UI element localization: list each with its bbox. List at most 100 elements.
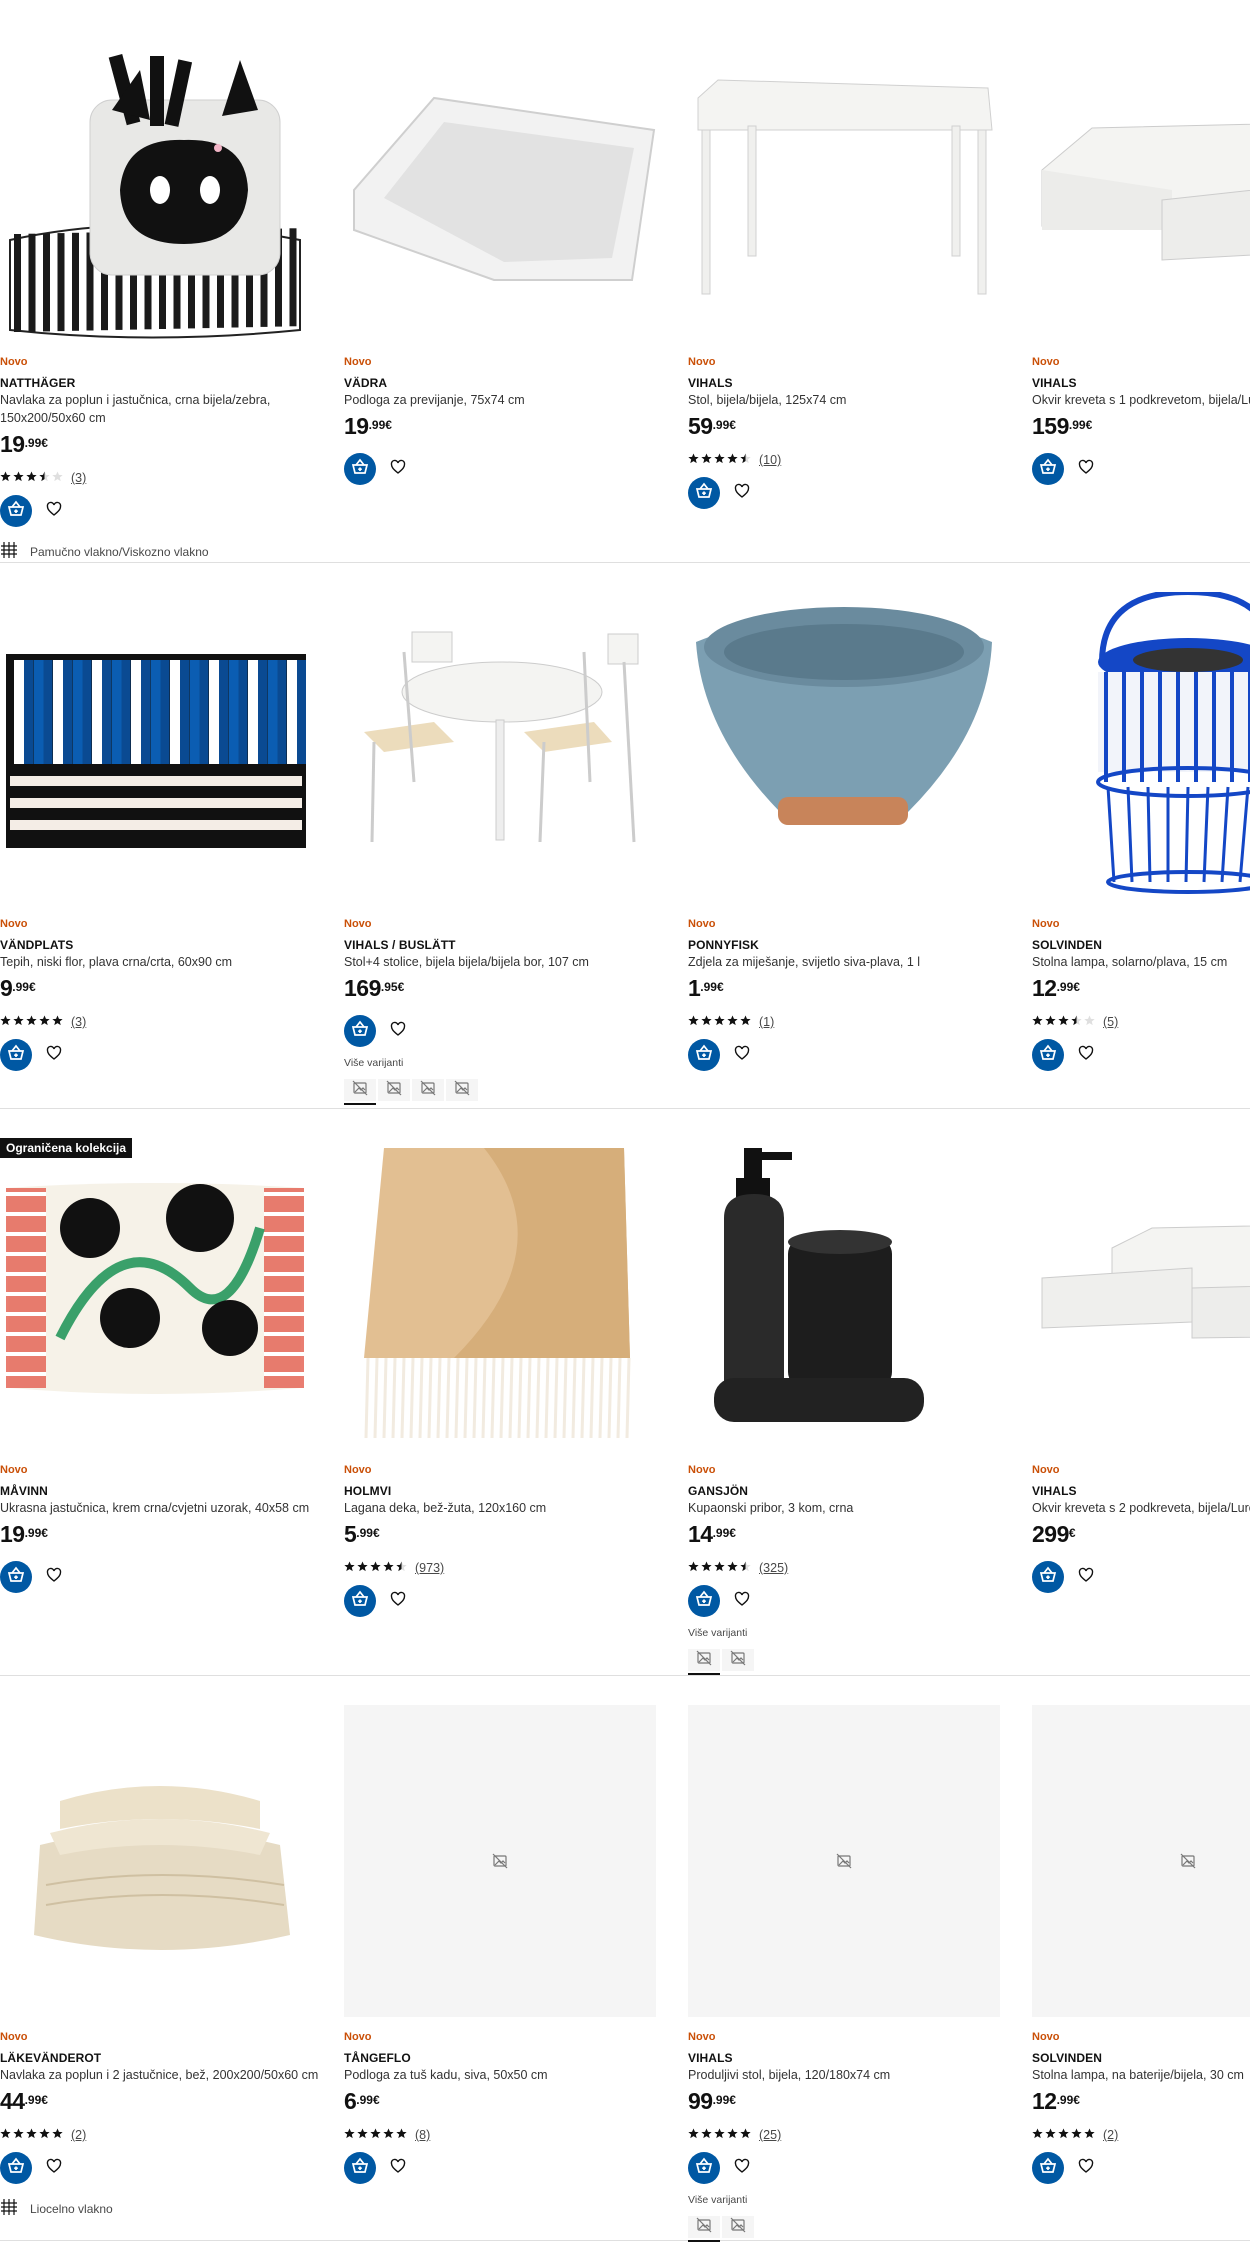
product-image[interactable] — [0, 592, 312, 904]
product-image[interactable] — [0, 1705, 312, 2017]
rating[interactable]: (2) — [0, 2128, 330, 2142]
variant-swatch[interactable] — [412, 1079, 444, 1101]
add-to-cart-button[interactable] — [0, 1561, 32, 1593]
add-to-favourites-button[interactable] — [726, 477, 758, 509]
review-count[interactable]: (8) — [415, 2128, 430, 2142]
review-count[interactable]: (25) — [759, 2128, 781, 2142]
variant-swatch[interactable] — [446, 1079, 478, 1101]
add-to-cart-button[interactable] — [0, 2152, 32, 2184]
rating[interactable]: (3) — [0, 471, 330, 485]
add-to-cart-button[interactable] — [1032, 2152, 1064, 2184]
add-to-favourites-button[interactable] — [1070, 453, 1102, 485]
review-count[interactable]: (325) — [759, 1561, 788, 1575]
add-to-favourites-button[interactable] — [382, 1585, 414, 1617]
product-image[interactable] — [344, 1705, 656, 2017]
add-to-favourites-button[interactable] — [726, 1039, 758, 1071]
rating[interactable]: (10) — [688, 453, 1018, 467]
variant-swatch[interactable] — [722, 1649, 754, 1671]
add-to-cart-button[interactable] — [688, 2152, 720, 2184]
add-to-favourites-button[interactable] — [38, 1039, 70, 1071]
rating[interactable]: (25) — [688, 2128, 1018, 2142]
add-to-favourites-button[interactable] — [38, 495, 70, 527]
review-count[interactable]: (1) — [759, 1015, 774, 1029]
product-image[interactable] — [344, 592, 656, 904]
product-name[interactable]: VÄDRA — [344, 376, 674, 390]
add-to-favourites-button[interactable] — [38, 2152, 70, 2184]
add-to-cart-button[interactable] — [0, 1039, 32, 1071]
product-name[interactable]: VIHALS / BUSLÄTT — [344, 938, 674, 952]
product-grid: Novo NATTHÄGER Navlaka za poplun i jastučn… — [0, 0, 1250, 2243]
add-to-favourites-button[interactable] — [1070, 2152, 1102, 2184]
rating[interactable]: (325) — [688, 1561, 1018, 1575]
product-image[interactable]: Ograničena kolekcija — [0, 1138, 312, 1450]
add-to-cart-button[interactable] — [344, 1015, 376, 1047]
product-name[interactable]: PONNYFISK — [688, 938, 1018, 952]
add-to-favourites-button[interactable] — [726, 2152, 758, 2184]
rating[interactable]: (8) — [344, 2128, 674, 2142]
product-image[interactable] — [1032, 1705, 1250, 2017]
product-image[interactable] — [1032, 592, 1250, 904]
new-badge: Novo — [344, 2031, 372, 2043]
price-currency: € — [1068, 1526, 1076, 1540]
review-count[interactable]: (973) — [415, 1561, 444, 1575]
product-image[interactable] — [688, 1705, 1000, 2017]
add-to-cart-button[interactable] — [688, 1585, 720, 1617]
product-name[interactable]: SOLVINDEN — [1032, 2051, 1250, 2065]
review-count[interactable]: (2) — [1103, 2128, 1118, 2142]
add-to-cart-button[interactable] — [0, 495, 32, 527]
add-to-cart-button[interactable] — [1032, 1039, 1064, 1071]
product-name[interactable]: VÄNDPLATS — [0, 938, 330, 952]
add-to-cart-button[interactable] — [688, 1039, 720, 1071]
product-name[interactable]: HOLMVI — [344, 1484, 674, 1498]
variant-swatch[interactable] — [344, 1079, 376, 1105]
variant-swatch[interactable] — [688, 1649, 720, 1675]
product-name[interactable]: SOLVINDEN — [1032, 938, 1250, 952]
product-image[interactable] — [0, 30, 312, 342]
product-description: Stol, bijela/bijela, 125x74 cm — [688, 393, 847, 407]
add-to-cart-button[interactable] — [344, 1585, 376, 1617]
review-count[interactable]: (10) — [759, 453, 781, 467]
rating[interactable]: (2) — [1032, 2128, 1250, 2142]
add-to-cart-button[interactable] — [1032, 1561, 1064, 1593]
add-to-favourites-button[interactable] — [382, 453, 414, 485]
product-info: Novo PONNYFISK Zdjela za miješanje, svijet… — [688, 918, 1018, 1071]
rating[interactable]: (973) — [344, 1561, 674, 1575]
product-name[interactable]: LÄKEVÄNDEROT — [0, 2051, 330, 2065]
product-image[interactable] — [1032, 30, 1250, 342]
product-image[interactable] — [688, 592, 1000, 904]
product-image[interactable] — [344, 30, 656, 342]
variant-swatch[interactable] — [722, 2216, 754, 2238]
product-name[interactable]: NATTHÄGER — [0, 376, 330, 390]
product-name[interactable]: VIHALS — [1032, 1484, 1250, 1498]
add-to-favourites-button[interactable] — [38, 1561, 70, 1593]
review-count[interactable]: (3) — [71, 471, 86, 485]
product-name[interactable]: VIHALS — [688, 2051, 1018, 2065]
product-image[interactable] — [344, 1138, 656, 1450]
product-image[interactable] — [1032, 1138, 1250, 1450]
add-to-cart-button[interactable] — [688, 477, 720, 509]
add-to-favourites-button[interactable] — [726, 1585, 758, 1617]
product-name[interactable]: VIHALS — [688, 376, 1018, 390]
add-to-favourites-button[interactable] — [1070, 1039, 1102, 1071]
product-name[interactable]: TÅNGEFLO — [344, 2051, 674, 2065]
variant-swatch[interactable] — [688, 2216, 720, 2242]
review-count[interactable]: (3) — [71, 1015, 86, 1029]
add-to-cart-button[interactable] — [344, 2152, 376, 2184]
add-to-cart-button[interactable] — [344, 453, 376, 485]
product-image[interactable] — [688, 30, 1000, 342]
product-name[interactable]: GANSJÖN — [688, 1484, 1018, 1498]
rating[interactable]: (3) — [0, 1015, 330, 1029]
product-image[interactable] — [688, 1138, 1000, 1450]
variant-swatch[interactable] — [378, 1079, 410, 1101]
add-to-favourites-button[interactable] — [382, 1015, 414, 1047]
rating[interactable]: (1) — [688, 1015, 1018, 1029]
product-name[interactable]: MÅVINN — [0, 1484, 330, 1498]
rating-stars — [344, 1561, 407, 1575]
add-to-favourites-button[interactable] — [1070, 1561, 1102, 1593]
add-to-cart-button[interactable] — [1032, 453, 1064, 485]
product-name[interactable]: VIHALS — [1032, 376, 1250, 390]
review-count[interactable]: (5) — [1103, 1015, 1118, 1029]
rating[interactable]: (5) — [1032, 1015, 1250, 1029]
review-count[interactable]: (2) — [71, 2128, 86, 2142]
add-to-favourites-button[interactable] — [382, 2152, 414, 2184]
